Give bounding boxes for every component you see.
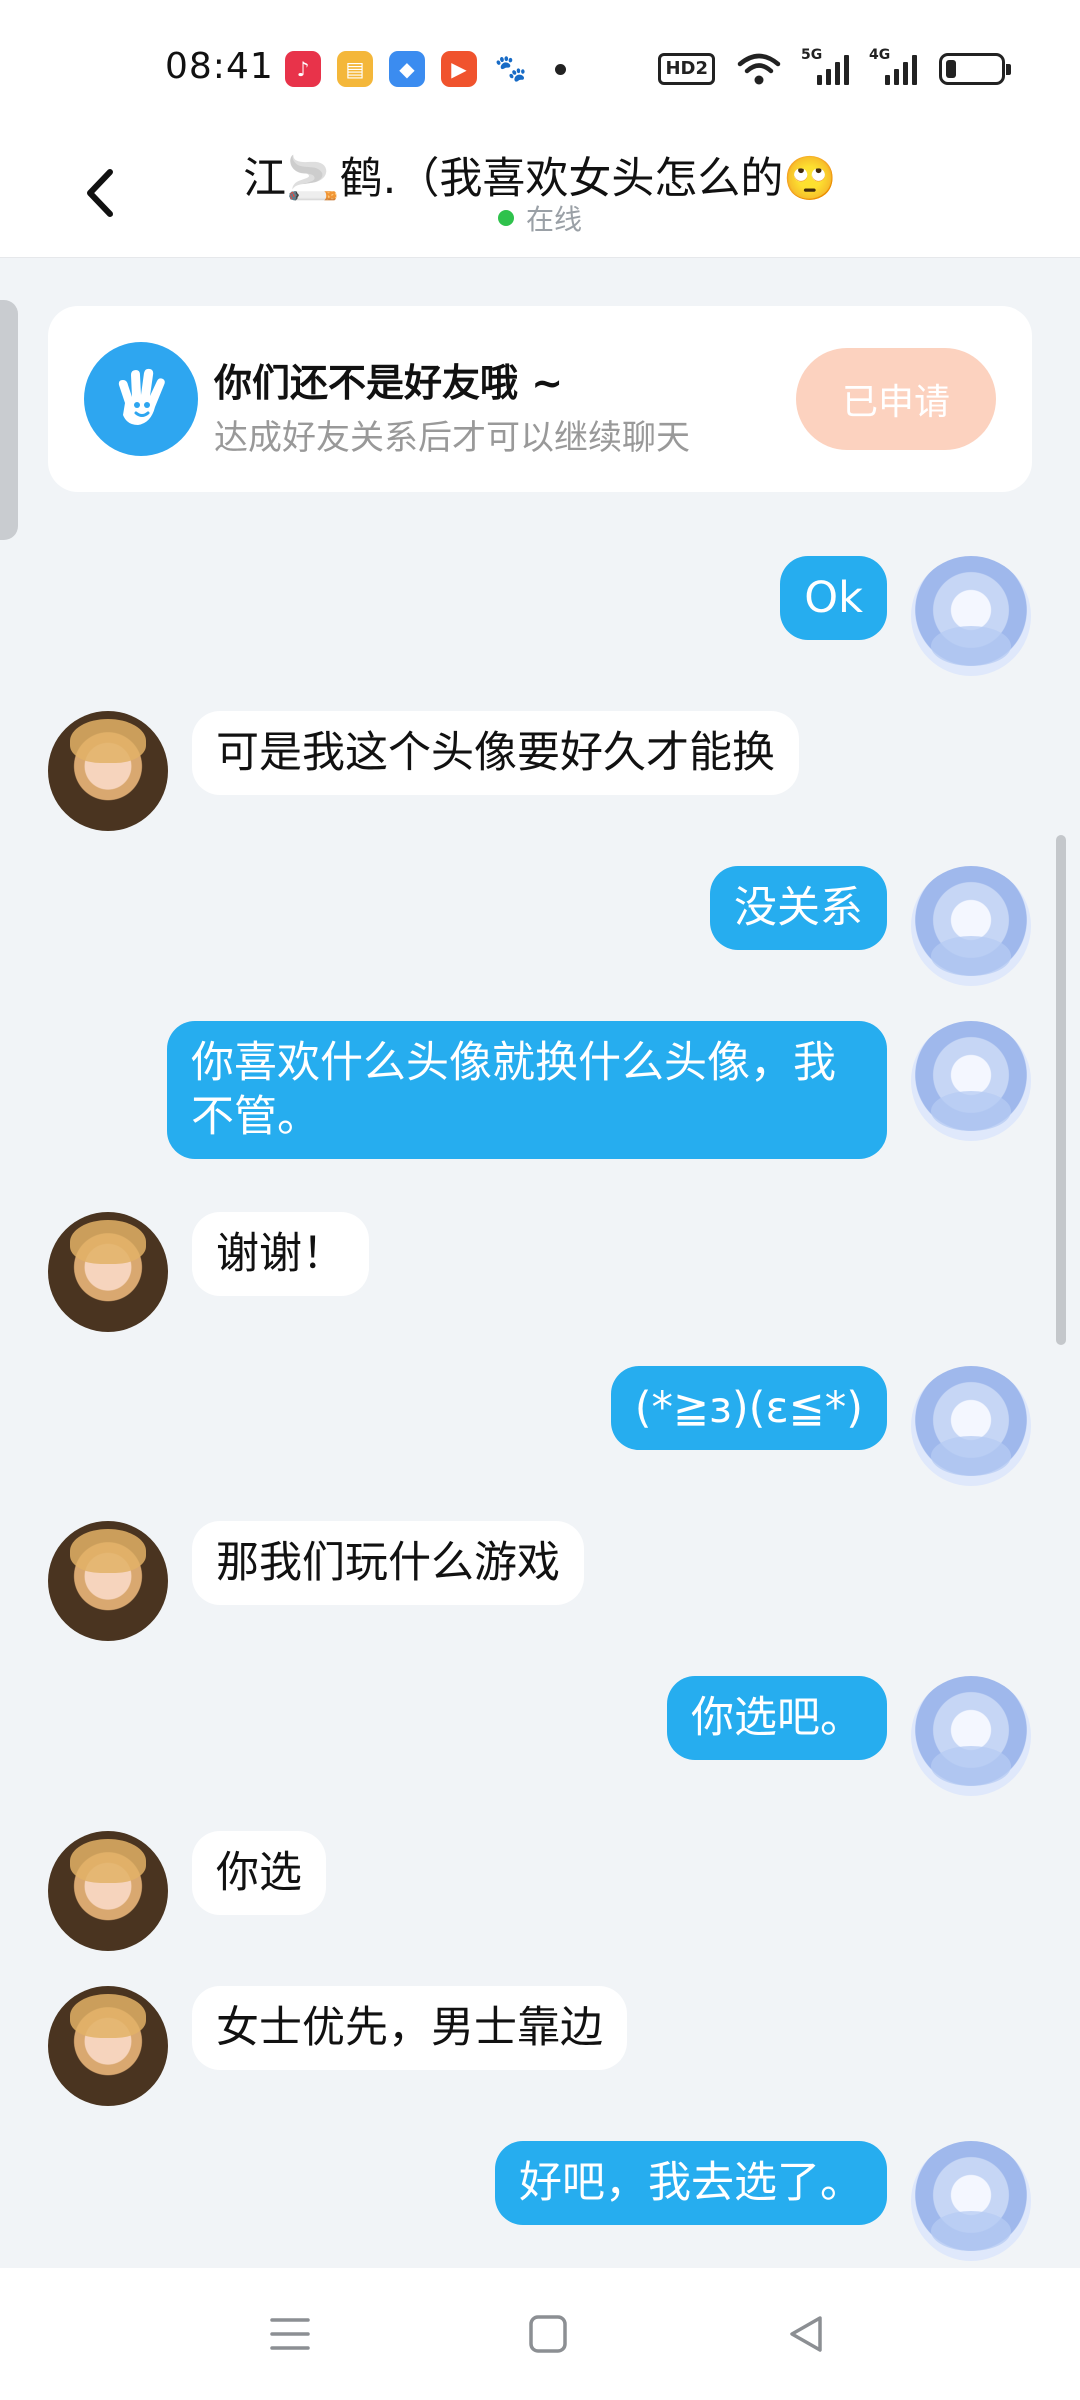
contact-avatar[interactable] (48, 1212, 168, 1332)
online-status-label: 在线 (525, 203, 582, 236)
status-time: 08:41 (165, 46, 274, 87)
wifi-icon (737, 53, 781, 85)
contact-avatar[interactable] (48, 1521, 168, 1641)
baidu-app-icon: 🐾 (493, 51, 529, 87)
online-status: 在线 (0, 198, 1080, 238)
status-bar: 08:41 ♪ ▤ ◆ ▶ 🐾 HD2 5G 4G (0, 0, 1080, 130)
menu-icon (270, 2318, 310, 2350)
more-notifications-icon (555, 63, 566, 75)
my-avatar[interactable] (911, 1021, 1031, 1141)
contact-avatar[interactable] (48, 711, 168, 831)
contact-avatar[interactable] (48, 1986, 168, 2106)
message-bubble[interactable]: 女士优先，男士靠边 (192, 1986, 627, 2070)
message-bubble[interactable]: 谢谢！ (192, 1212, 369, 1296)
applied-button[interactable]: 已申请 (796, 348, 996, 450)
message-bubble[interactable]: 可是我这个头像要好久才能换 (192, 711, 799, 795)
message-bubble[interactable]: 没关系 (710, 866, 887, 950)
hand-icon (118, 368, 165, 425)
signal-5g-icon: 5G (801, 47, 849, 85)
chat-screen: 08:41 ♪ ▤ ◆ ▶ 🐾 HD2 5G 4G 江🚬鹤.（我喜欢女头怎么的🙄… (0, 0, 1080, 2400)
message-bubble[interactable]: (*≧з)(ε≦*) (610, 1366, 887, 1450)
signal-4g-icon: 4G (869, 47, 917, 85)
system-nav-bar (0, 2268, 1080, 2400)
card-title: 你们还不是好友哦 ~ (214, 361, 564, 405)
home-nav-button[interactable] (518, 2304, 578, 2364)
message-bubble[interactable]: 你选吧。 (667, 1676, 887, 1760)
back-nav-button[interactable] (776, 2304, 836, 2364)
video-app-icon: ▶ (441, 51, 477, 87)
my-avatar[interactable] (911, 866, 1031, 986)
message-bubble[interactable]: 你喜欢什么头像就换什么头像，我不管。 (167, 1021, 887, 1159)
back-triangle-icon (790, 2316, 822, 2352)
my-avatar[interactable] (911, 2141, 1031, 2261)
my-avatar[interactable] (911, 556, 1031, 676)
hd-voice-icon: HD2 (658, 53, 715, 85)
contact-avatar[interactable] (48, 1831, 168, 1951)
online-dot-icon (497, 210, 514, 226)
home-square-icon (529, 2315, 567, 2353)
message-bubble[interactable]: 好吧，我去选了。 (495, 2141, 887, 2225)
message-bubble[interactable]: 你选 (192, 1831, 326, 1915)
edge-panel-handle[interactable] (0, 300, 18, 540)
music-app-icon: ♪ (285, 51, 321, 87)
wave-hand-icon (84, 342, 198, 456)
my-avatar[interactable] (911, 1676, 1031, 1796)
chat-header: 江🚬鹤.（我喜欢女头怎么的🙄 在线 (0, 130, 1080, 258)
chat-scrollbar[interactable] (1056, 835, 1066, 1345)
browser-app-icon: ◆ (389, 51, 425, 87)
battery-icon (939, 53, 1011, 85)
message-bubble[interactable]: 那我们玩什么游戏 (192, 1521, 584, 1605)
card-subtitle: 达成好友关系后才可以继续聊天 (214, 418, 690, 458)
menu-nav-button[interactable] (260, 2304, 320, 2364)
status-indicators: HD2 5G 4G (658, 47, 1011, 86)
battery-level (946, 60, 957, 78)
not-friends-card: 你们还不是好友哦 ~ 达成好友关系后才可以继续聊天 已申请 (48, 306, 1032, 492)
notification-icons: ♪ ▤ ◆ ▶ 🐾 (285, 51, 566, 87)
reader-app-icon: ▤ (337, 51, 373, 87)
message-bubble[interactable]: Ok (780, 556, 887, 640)
my-avatar[interactable] (911, 1366, 1031, 1486)
chat-contact-name[interactable]: 江🚬鹤.（我喜欢女头怎么的🙄 (0, 144, 1080, 206)
